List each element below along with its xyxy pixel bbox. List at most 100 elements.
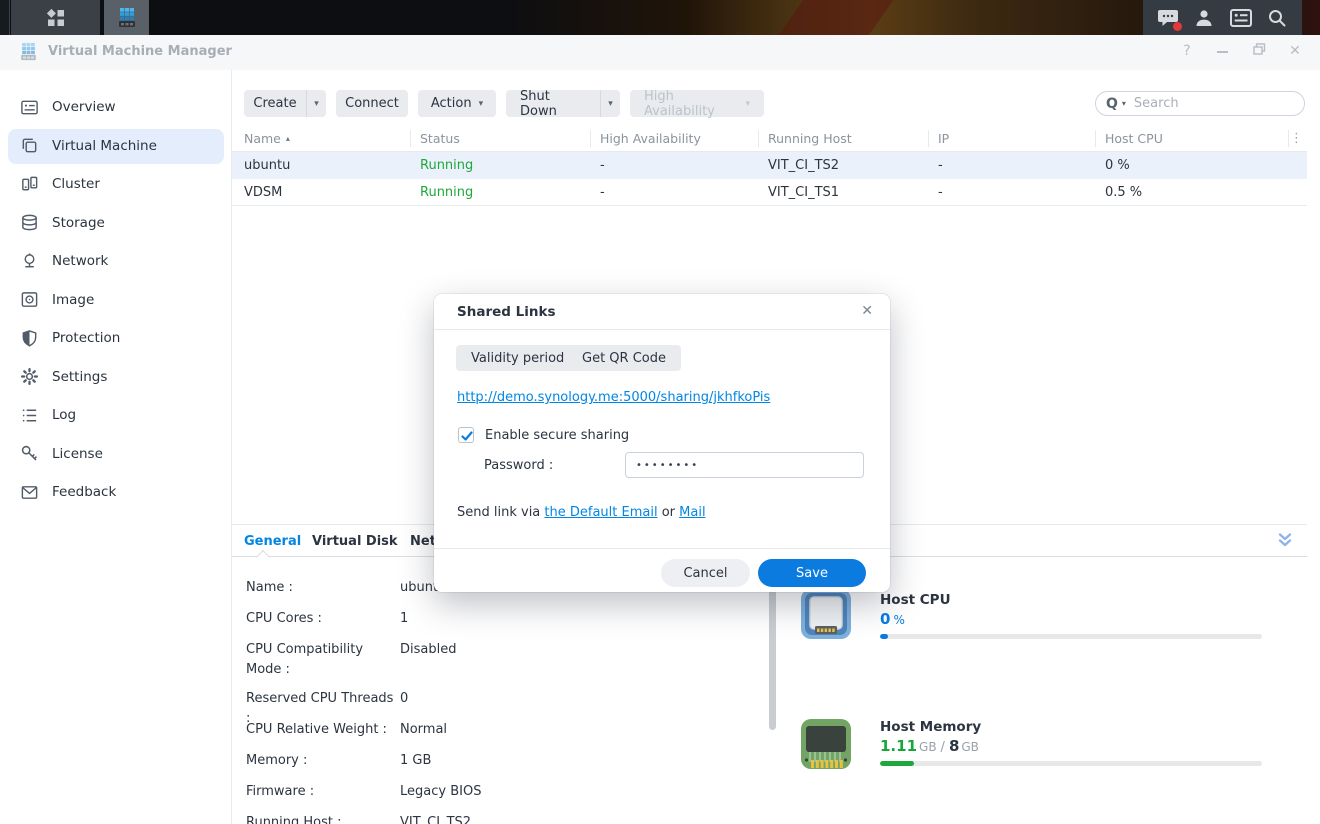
detail-value: 1 xyxy=(400,609,408,640)
sidebar-item-network[interactable]: Network xyxy=(0,242,232,281)
column-header-high-availability[interactable]: High Availability xyxy=(600,125,701,152)
search-button[interactable] xyxy=(1265,6,1289,30)
detail-label: Memory : xyxy=(246,751,400,782)
mail-link[interactable]: Mail xyxy=(679,505,705,520)
sidebar-item-license[interactable]: License xyxy=(0,435,232,474)
window-title: Virtual Machine Manager xyxy=(48,44,232,59)
show-desktop-strip[interactable] xyxy=(0,0,10,35)
sidebar-item-log[interactable]: Log xyxy=(0,396,232,435)
host-memory-progressbar xyxy=(880,761,1262,766)
vm-table: Name ▴ Status High Availability Running … xyxy=(232,125,1307,206)
detail-value: VIT_CI_TS2 xyxy=(400,813,471,824)
sidebar-item-feedback[interactable]: Feedback xyxy=(0,473,232,512)
connect-button[interactable]: Connect xyxy=(336,90,408,117)
vm-ip: - xyxy=(938,152,943,179)
vm-status: Running xyxy=(420,179,473,206)
sidebar-item-protection[interactable]: Protection xyxy=(0,319,232,358)
column-header-name[interactable]: Name ▴ xyxy=(244,125,290,152)
sidebar-label: Virtual Machine xyxy=(52,138,157,154)
create-button[interactable]: Create xyxy=(244,90,306,117)
column-header-host-cpu[interactable]: Host CPU xyxy=(1105,125,1163,152)
vm-name: VDSM xyxy=(244,179,282,206)
license-icon xyxy=(20,444,39,463)
search-box[interactable]: Q ▾ xyxy=(1095,91,1305,116)
default-email-link[interactable]: the Default Email xyxy=(544,505,657,520)
close-button[interactable]: ✕ xyxy=(1288,43,1302,59)
user-menu-button[interactable] xyxy=(1192,6,1216,30)
get-qr-code-button[interactable]: Get QR Code xyxy=(567,345,681,371)
sidebar-item-overview[interactable]: Overview xyxy=(0,88,232,127)
secure-sharing-checkbox[interactable] xyxy=(458,427,474,443)
column-settings-button[interactable]: ⋮ xyxy=(1290,125,1303,152)
sidebar-item-cluster[interactable]: Cluster xyxy=(0,165,232,204)
dialog-footer: Cancel Save xyxy=(434,548,890,592)
sidebar-label: Feedback xyxy=(52,484,116,500)
table-row[interactable]: ubuntu Running - VIT_CI_TS2 - 0 % xyxy=(232,152,1307,179)
shutdown-button[interactable]: Shut Down xyxy=(506,90,600,117)
taskbar-vmm-button[interactable] xyxy=(104,0,149,35)
checkmark-icon xyxy=(460,429,474,443)
shutdown-dropdown-button[interactable]: ▾ xyxy=(600,90,620,117)
widgets-button[interactable] xyxy=(1229,6,1253,30)
host-memory-icon xyxy=(798,716,854,776)
save-button[interactable]: Save xyxy=(758,559,866,587)
column-header-ip[interactable]: IP xyxy=(938,125,949,152)
detail-value: Legacy BIOS xyxy=(400,782,481,813)
vm-ha: - xyxy=(600,179,605,206)
host-memory-value: 1.11GB/8GB xyxy=(880,737,979,755)
secure-sharing-row: Enable secure sharing xyxy=(458,427,629,443)
sidebar-label: Network xyxy=(52,253,108,269)
app-launcher-button[interactable] xyxy=(11,0,100,35)
table-row[interactable]: VDSM Running - VIT_CI_TS1 - 0.5 % xyxy=(232,179,1307,206)
sidebar-item-virtual-machine[interactable]: Virtual Machine xyxy=(0,127,232,166)
caret-down-icon: ▾ xyxy=(745,99,750,109)
sidebar-item-storage[interactable]: Storage xyxy=(0,204,232,243)
vm-general-details: Name :ubuntu CPU Cores :1 CPU Compatibil… xyxy=(246,578,756,824)
sidebar-label: Overview xyxy=(52,99,116,115)
desktop: Virtual Machine Manager ? ✕ Overview xyxy=(0,0,1320,824)
table-header: Name ▴ Status High Availability Running … xyxy=(232,125,1307,152)
password-row: Password : xyxy=(484,452,864,478)
restore-button[interactable] xyxy=(1252,43,1266,59)
sidebar-label: Cluster xyxy=(52,176,100,192)
sidebar-item-image[interactable]: Image xyxy=(0,281,232,320)
taskbar-tray xyxy=(1143,0,1302,35)
secure-sharing-label: Enable secure sharing xyxy=(485,428,629,443)
dialog-close-icon[interactable]: ✕ xyxy=(861,303,873,319)
tab-virtual-disk[interactable]: Virtual Disk xyxy=(312,525,398,557)
user-icon xyxy=(1194,8,1214,28)
search-input[interactable] xyxy=(1134,96,1304,111)
caret-down-icon: ▾ xyxy=(608,99,613,109)
window-controls: ? ✕ xyxy=(1180,43,1302,59)
taskbar xyxy=(0,0,1320,35)
vm-host-cpu: 0 % xyxy=(1105,152,1130,179)
high-availability-button[interactable]: High Availability ▾ xyxy=(630,90,764,117)
column-header-status[interactable]: Status xyxy=(420,125,460,152)
column-header-running-host[interactable]: Running Host xyxy=(768,125,852,152)
sidebar: Overview Virtual Machine Cluster xyxy=(0,70,232,824)
password-field[interactable] xyxy=(625,452,864,478)
host-cpu-icon xyxy=(798,586,854,646)
widgets-icon xyxy=(1230,9,1252,27)
sidebar-item-settings[interactable]: Settings xyxy=(0,358,232,397)
tab-general[interactable]: General xyxy=(244,525,301,557)
detail-label: Name : xyxy=(246,578,400,609)
validity-period-button[interactable]: Validity period xyxy=(456,345,579,371)
host-memory-progress-fill xyxy=(880,761,914,766)
help-button[interactable]: ? xyxy=(1180,43,1194,59)
notification-badge xyxy=(1173,22,1182,31)
detail-label: Firmware : xyxy=(246,782,400,813)
host-cpu-value: 0% xyxy=(880,610,905,628)
host-cpu-title: Host CPU xyxy=(880,592,951,608)
minimize-button[interactable] xyxy=(1216,44,1230,58)
detail-label: CPU Relative Weight : xyxy=(246,720,400,751)
caret-down-icon: ▾ xyxy=(314,99,319,109)
create-dropdown-button[interactable]: ▾ xyxy=(306,90,326,117)
collapse-panel-button[interactable] xyxy=(1276,531,1294,553)
action-button[interactable]: Action ▾ xyxy=(418,90,496,117)
notifications-button[interactable] xyxy=(1156,6,1180,30)
search-scope-icon[interactable]: Q xyxy=(1106,96,1118,112)
share-link[interactable]: http://demo.synology.me:5000/sharing/jkh… xyxy=(457,390,770,405)
detail-value: Disabled xyxy=(400,640,456,689)
cancel-button[interactable]: Cancel xyxy=(661,559,750,587)
